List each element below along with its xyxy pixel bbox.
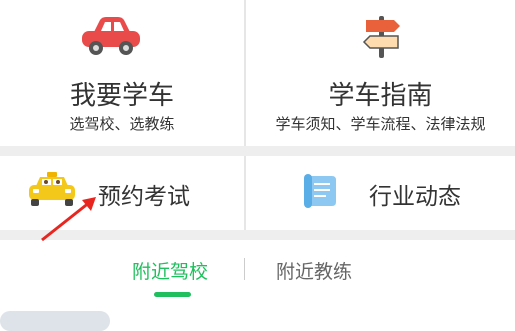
- signpost-icon: [362, 16, 400, 58]
- tab-nearby-coaches[interactable]: 附近教练: [276, 257, 352, 284]
- active-tab-indicator: [154, 292, 191, 297]
- industry-news-label: 行业动态: [369, 184, 461, 210]
- service-grid-top: 我要学车 选驾校、选教练 学车指南 学车须知、学车流程、法律法规: [0, 0, 515, 146]
- learn-driving-tile[interactable]: 我要学车 选驾校、选教练: [0, 0, 244, 146]
- driving-guide-title: 学车指南: [328, 81, 433, 111]
- learn-driving-title: 我要学车: [69, 81, 174, 111]
- learn-driving-subtitle: 选驾校、选教练: [69, 115, 175, 133]
- car-icon: [82, 17, 140, 55]
- driving-guide-tile[interactable]: 学车指南 学车须知、学车流程、法律法规: [246, 0, 515, 146]
- nearby-tabs: 附近驾校 附近教练: [0, 240, 515, 321]
- tab-separator: [244, 258, 245, 280]
- driving-guide-subtitle: 学车须知、学车流程、法律法规: [275, 115, 486, 133]
- industry-news-tile[interactable]: 行业动态: [246, 156, 515, 230]
- book-exam-tile[interactable]: 预约考试: [0, 156, 244, 230]
- scroll-icon: [304, 174, 336, 208]
- tab-nearby-schools[interactable]: 附近驾校: [132, 257, 208, 284]
- red-arrow-annotation: [41, 197, 96, 242]
- list-item-partial[interactable]: [0, 311, 110, 331]
- book-exam-label: 预约考试: [98, 184, 190, 210]
- separator-band: [0, 146, 515, 156]
